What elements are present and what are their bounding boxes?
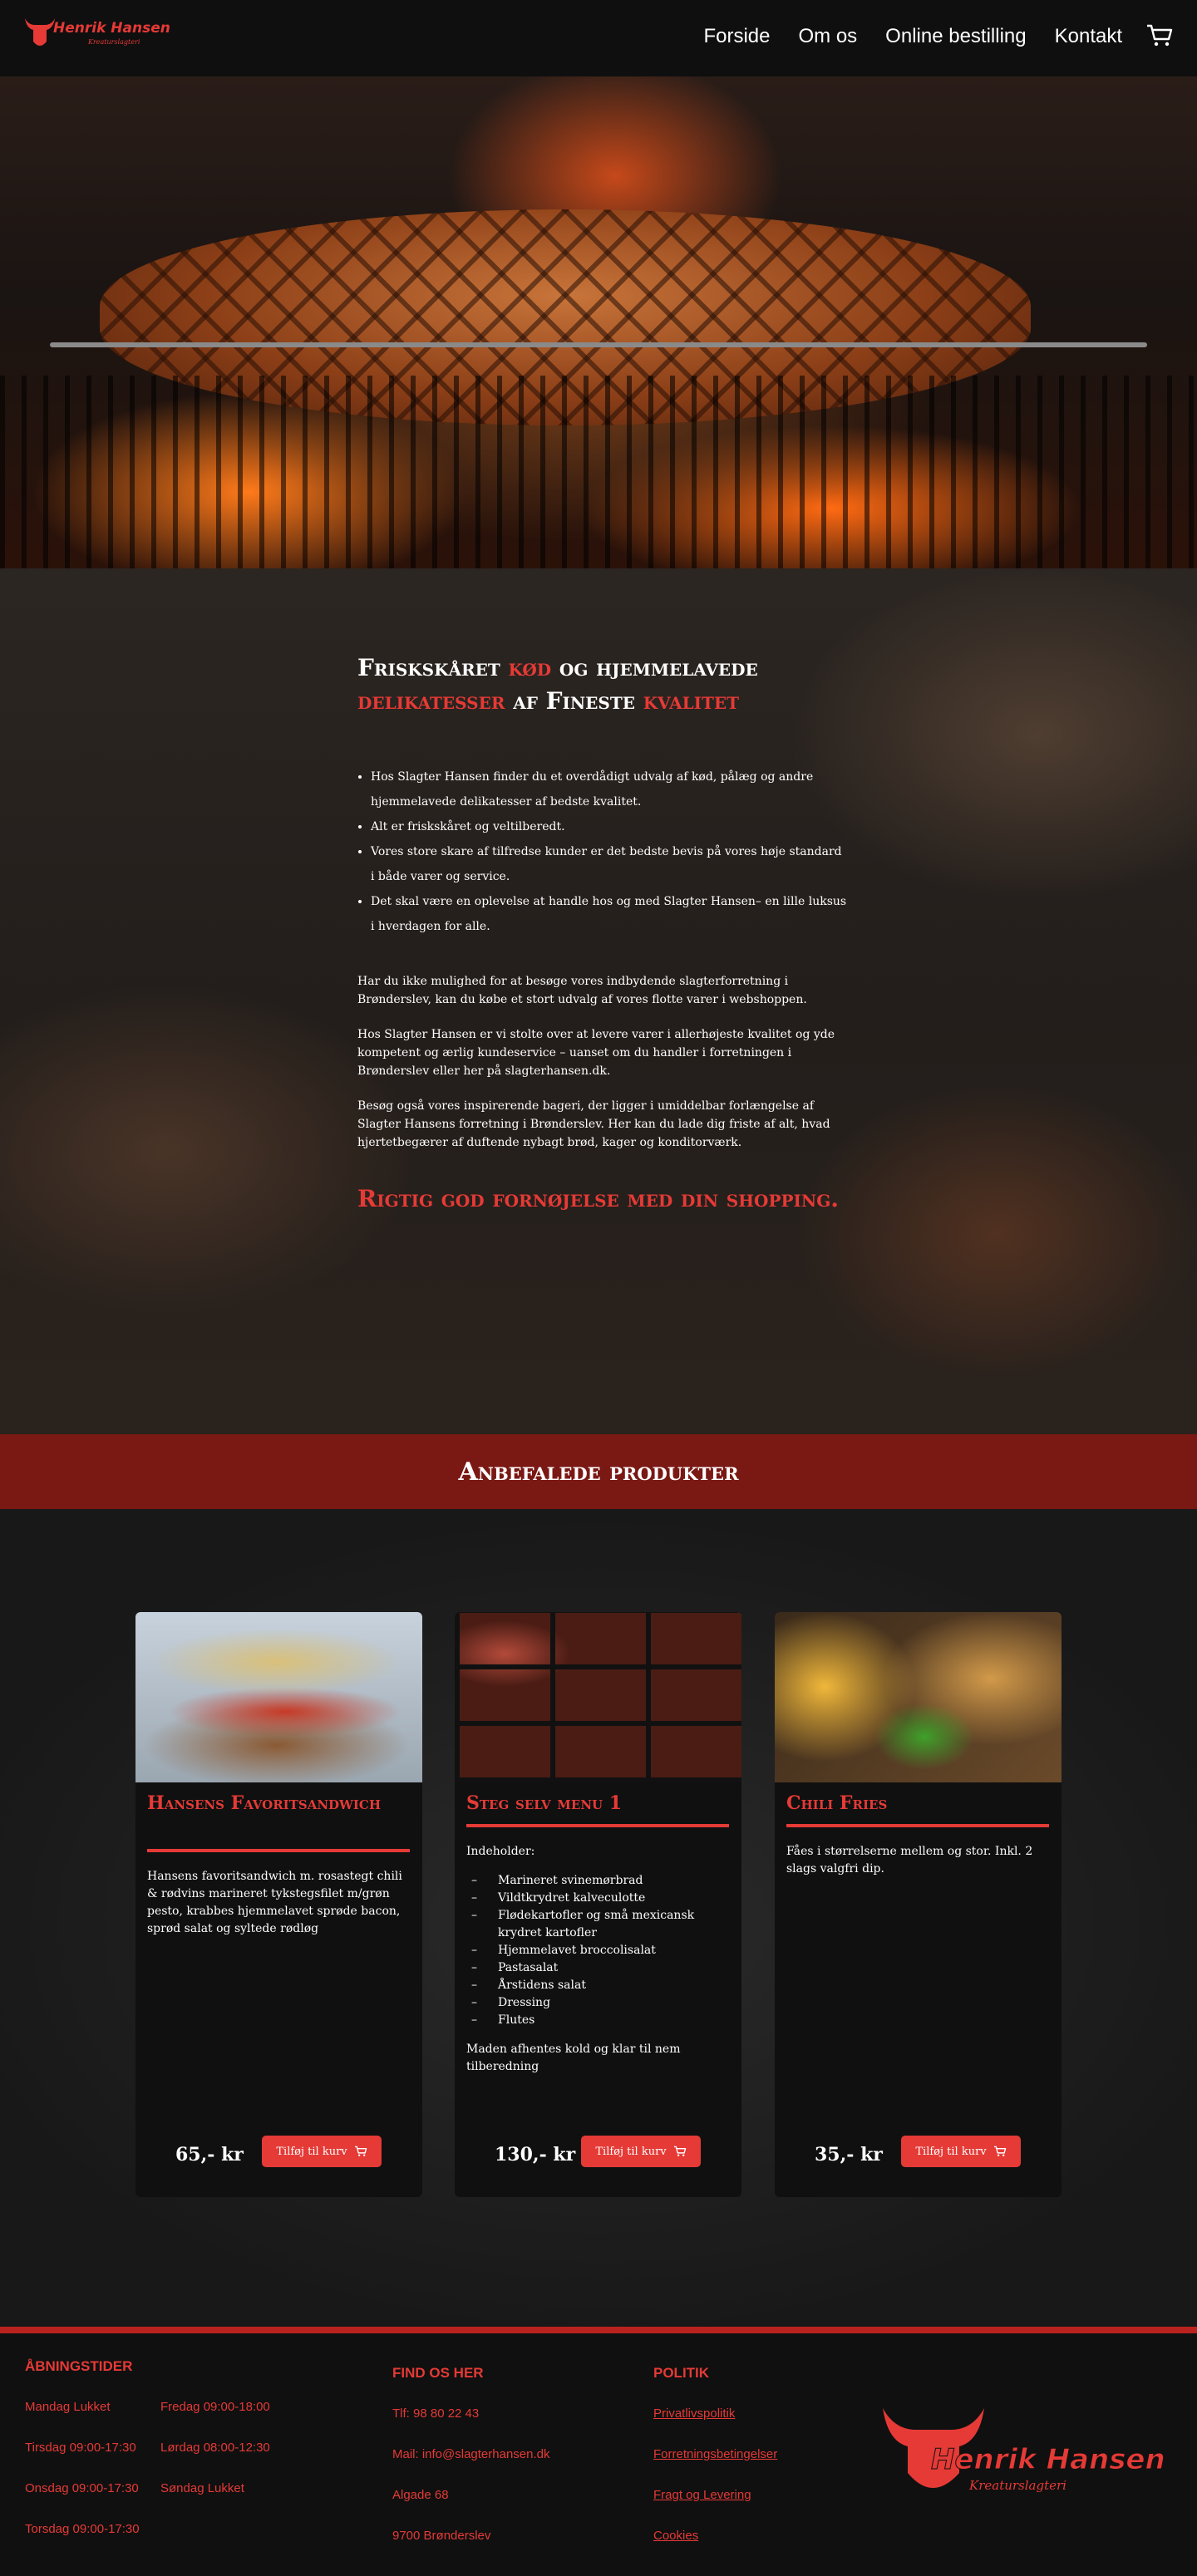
recommended-title: Anbefalede produkter <box>458 1457 739 1487</box>
menu-item: Marineret svinemørbrad <box>466 1872 729 1890</box>
heading-highlight: kvalitet <box>643 687 740 715</box>
cart-icon <box>993 2146 1006 2156</box>
product-description: Fåes i størrelserne mellem og stor. Inkl… <box>786 1845 1033 1875</box>
product-price: 130,- kr <box>495 2144 576 2166</box>
product-image-menu[interactable] <box>455 1612 741 1782</box>
product-image-fries[interactable] <box>775 1612 1062 1782</box>
contact-phone: Tlf: 98 80 22 43 <box>392 2406 480 2421</box>
contact-address: Algade 68 <box>392 2488 449 2502</box>
footer: ÅBNINGSTIDER Mandag Lukket Tirsdag 09:00… <box>0 2333 1197 2576</box>
opening-hours-title: ÅBNINGSTIDER <box>25 2358 133 2374</box>
hours-entry: Mandag Lukket <box>25 2400 111 2414</box>
intro-bullet: Vores store skare af tilfredse kunder er… <box>371 839 848 889</box>
hours-entry: Torsdag 09:00-17:30 <box>25 2522 140 2536</box>
recommended-banner: Anbefalede produkter <box>0 1434 1197 1509</box>
footer-brand-name: Henrik Hansen <box>931 2443 1166 2477</box>
heading-part: og hjemmelavede <box>551 654 758 681</box>
products-section: Hansens Favoritsandwich Hansens favorits… <box>0 1509 1197 2327</box>
menu-note: Maden afhentes kold og klar til nem tilb… <box>466 2043 681 2073</box>
intro-paragraph: Har du ikke mulighed for at besøge vores… <box>357 975 807 1006</box>
hours-entry: Fredag 09:00-18:00 <box>160 2400 270 2414</box>
intro-cta: Rigtig god fornøjelse med din shopping. <box>357 1185 840 1212</box>
product-card[interactable]: Steg selv menu 1 Indeholder: Marineret s… <box>455 1612 741 2197</box>
nav-item-forside[interactable]: Forside <box>703 25 770 48</box>
heading-highlight: delikatesser <box>357 687 505 715</box>
heading-highlight: kød <box>508 654 552 681</box>
title-divider <box>147 1849 410 1852</box>
intro-content: Friskskåret kød og hjemmelavede delikate… <box>357 651 848 1215</box>
product-title[interactable]: Steg selv menu 1 <box>466 1791 729 1816</box>
product-title[interactable]: Hansens Favoritsandwich <box>147 1791 410 1816</box>
product-card[interactable]: Hansens Favoritsandwich Hansens favorits… <box>135 1612 422 2197</box>
intro-section: Friskskåret kød og hjemmelavede delikate… <box>0 568 1197 1434</box>
product-price: 65,- kr <box>175 2144 244 2166</box>
brand-logo[interactable]: Henrik Hansen Kreaturslagteri <box>23 12 170 57</box>
cart-icon <box>673 2146 686 2156</box>
hours-entry: Lørdag 08:00-12:30 <box>160 2441 270 2455</box>
menu-item: Flødekartofler og små mexicansk krydret … <box>466 1907 729 1942</box>
find-us-title: FIND OS HER <box>392 2365 484 2381</box>
cookies-link[interactable]: Cookies <box>653 2529 698 2543</box>
add-to-cart-button[interactable]: Tilføj til kurv <box>581 2136 701 2167</box>
product-title[interactable]: Chili Fries <box>786 1791 1049 1816</box>
nav-item-online-bestilling[interactable]: Online bestilling <box>885 25 1026 48</box>
menu-item: Dressing <box>466 1994 729 2012</box>
policy-title: POLITIK <box>653 2365 710 2381</box>
add-to-cart-button[interactable]: Tilføj til kurv <box>262 2136 382 2167</box>
hours-entry: Søndag Lukket <box>160 2481 244 2495</box>
product-image-sandwich[interactable] <box>135 1612 422 1782</box>
contact-email: Mail: info@slagterhansen.dk <box>392 2447 550 2461</box>
product-price: 35,- kr <box>815 2144 883 2166</box>
intro-bullet: Hos Slagter Hansen finder du et overdådi… <box>371 764 848 814</box>
add-to-cart-label: Tilføj til kurv <box>595 2145 667 2158</box>
product-description: Indeholder: Marineret svinemørbrad Vildt… <box>466 1843 729 2076</box>
hours-entry: Tirsdag 09:00-17:30 <box>25 2441 136 2455</box>
top-navigation-bar: Henrik Hansen Kreaturslagteri Forside Om… <box>0 0 1197 76</box>
cart-icon <box>354 2146 367 2156</box>
page: Henrik Hansen Kreaturslagteri Forside Om… <box>0 0 1197 2576</box>
cart-button[interactable] <box>1145 23 1174 48</box>
intro-bullet-list: Hos Slagter Hansen finder du et overdådi… <box>357 764 848 939</box>
hero-image <box>0 76 1197 568</box>
product-description: Hansens favoritsandwich m. rosastegt chi… <box>147 1870 402 1935</box>
menu-item: Vildtkrydret kalveculotte <box>466 1890 729 1907</box>
title-divider <box>466 1824 729 1827</box>
add-to-cart-label: Tilføj til kurv <box>915 2145 987 2158</box>
brand-name: Henrik Hansen <box>53 20 170 37</box>
footer-brand-tagline: Kreaturslagteri <box>969 2478 1066 2493</box>
menu-item: Hjemmelavet broccolisalat <box>466 1942 729 1959</box>
title-divider <box>786 1824 1049 1827</box>
cart-icon <box>1147 24 1173 47</box>
heading-part: af Fineste <box>505 687 643 715</box>
intro-bullet: Alt er friskskåret og veltilberedt. <box>371 814 848 839</box>
intro-bullet: Det skal være en oplevelse at handle hos… <box>371 889 848 939</box>
brand-tagline: Kreaturslagteri <box>88 38 140 46</box>
shipping-link[interactable]: Fragt og Levering <box>653 2488 751 2502</box>
footer-logo: Henrik Hansen Kreaturslagteri <box>879 2400 1182 2500</box>
footer-divider <box>0 2327 1197 2333</box>
intro-paragraph: Hos Slagter Hansen er vi stolte over at … <box>357 1028 835 1078</box>
add-to-cart-button[interactable]: Tilføj til kurv <box>901 2136 1021 2167</box>
menu-item: Flutes <box>466 2012 729 2029</box>
add-to-cart-label: Tilføj til kurv <box>276 2145 347 2158</box>
nav-item-kontakt[interactable]: Kontakt <box>1055 25 1122 48</box>
intro-paragraph: Besøg også vores inspirerende bageri, de… <box>357 1099 830 1149</box>
nav-item-om-os[interactable]: Om os <box>798 25 857 48</box>
product-card[interactable]: Chili Fries Fåes i størrelserne mellem o… <box>775 1612 1062 2197</box>
grill-grate <box>0 376 1197 568</box>
heading-part: Friskskåret <box>357 654 509 681</box>
menu-item: Årstidens salat <box>466 1977 729 1994</box>
main-nav: Forside Om os Online bestilling Kontakt <box>703 25 1122 48</box>
menu-item: Pastasalat <box>466 1959 729 1977</box>
rotisserie-spit <box>50 342 1147 347</box>
bull-head-icon <box>25 18 55 46</box>
contact-city: 9700 Brønderslev <box>392 2529 491 2543</box>
hours-entry: Onsdag 09:00-17:30 <box>25 2481 139 2495</box>
privacy-policy-link[interactable]: Privatlivspolitik <box>653 2406 735 2421</box>
terms-link[interactable]: Forretningsbetingelser <box>653 2447 777 2461</box>
menu-item-list: Marineret svinemørbrad Vildtkrydret kalv… <box>466 1872 729 2029</box>
menu-intro: Indeholder: <box>466 1845 535 1858</box>
intro-heading: Friskskåret kød og hjemmelavede delikate… <box>357 651 848 718</box>
